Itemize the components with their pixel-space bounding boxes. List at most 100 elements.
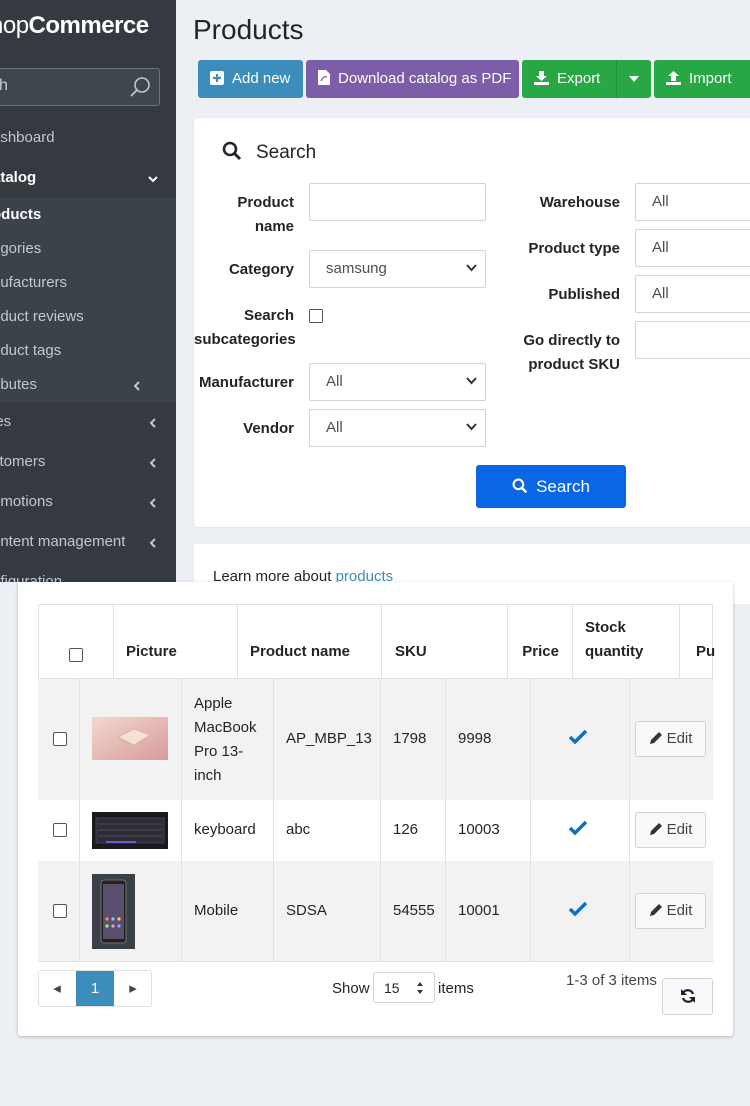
sidebar-item-sales[interactable]: les [0, 402, 176, 442]
brand-suffix: Commerce [28, 12, 150, 39]
column-picture[interactable]: Picture [114, 605, 238, 678]
refresh-button[interactable] [662, 978, 713, 1015]
published-label: Published [548, 286, 620, 303]
edit-button[interactable]: Edit [635, 893, 706, 929]
search-panel-header[interactable]: Search [222, 141, 316, 164]
row-price-cell: 54555 [381, 861, 446, 961]
sidebar-item-content-management[interactable]: ontent management [0, 522, 176, 562]
product-stock: 10001 [458, 902, 500, 919]
search-subcategories-checkbox[interactable] [309, 309, 323, 323]
product-name: Mobile [194, 902, 239, 919]
product-thumbnail-macbook [92, 717, 168, 760]
vendor-value: All [326, 419, 343, 436]
product-sku: AP_MBP_13 [286, 730, 372, 747]
product-stock: 10003 [458, 821, 500, 838]
catalog-submenu: oducts egories nufacturers oduct reviews… [0, 198, 176, 402]
search-icon[interactable] [129, 75, 153, 99]
next-page-button[interactable]: ▸ [115, 971, 151, 1006]
go-to-sku-input[interactable] [635, 321, 750, 359]
download-pdf-button[interactable]: Download catalog as PDF [306, 60, 519, 98]
category-label: Category [228, 261, 294, 278]
sidebar-item-manufacturers[interactable]: nufacturers [0, 266, 176, 300]
select-all-checkbox[interactable] [69, 648, 83, 662]
search-icon [512, 478, 528, 494]
sidebar-item-configuration[interactable]: nfiguration [0, 562, 176, 582]
vendor-select[interactable]: All [309, 409, 486, 447]
items-label: items [438, 980, 474, 997]
pagination: ◂ 1 ▸ [38, 970, 152, 1007]
row-stock-cell: 9998 [446, 679, 531, 800]
product-name-input[interactable] [309, 183, 486, 221]
row-select-cell [38, 679, 80, 800]
add-new-button[interactable]: Add new [198, 60, 303, 98]
column-price[interactable]: Price [508, 605, 573, 678]
pencil-icon [649, 731, 662, 744]
column-stock-quantity[interactable]: Stock quantity [573, 605, 680, 678]
product-type-select[interactable]: All [635, 229, 750, 267]
go-to-sku-label: Go directly to product SKU [523, 332, 620, 373]
row-published-cell [531, 861, 630, 961]
sidebar-item-categories[interactable]: egories [0, 232, 176, 266]
row-picture-cell [80, 800, 182, 861]
product-name-label: Product name [237, 194, 294, 235]
chevron-down-icon [466, 377, 477, 385]
table-header: Picture Product name SKU Price Stock quan… [38, 604, 715, 679]
sidebar-item-customers[interactable]: stomers [0, 442, 176, 482]
row-edit-cell: Edit [630, 679, 713, 800]
search-button[interactable]: Search [476, 465, 626, 508]
manufacturer-label: Manufacturer [198, 374, 294, 391]
column-published[interactable]: Pu [680, 605, 715, 678]
table-row: Mobile SDSA 54555 10001 Edit [38, 861, 713, 962]
row-select-cell [38, 800, 80, 861]
search-subcategories-label: Search subcategories [194, 307, 296, 348]
page-size-select[interactable]: 15 [373, 972, 435, 1003]
plus-square-icon [210, 70, 224, 85]
sidebar-item-dashboard[interactable]: ashboard [0, 118, 176, 158]
sidebar-item-promotions[interactable]: omotions [0, 482, 176, 522]
import-button[interactable]: Import [654, 60, 750, 98]
check-icon [568, 820, 588, 836]
warehouse-select[interactable]: All [635, 183, 750, 221]
sidebar-item-catalog[interactable]: atalog [0, 158, 176, 198]
published-select[interactable]: All [635, 275, 750, 313]
products-grid-panel: Picture Product name SKU Price Stock quan… [18, 582, 733, 1036]
sidebar: nopCommerce h ashboard atalog oducts ego… [0, 0, 176, 582]
published-value: All [652, 285, 669, 302]
prev-page-button[interactable]: ◂ [39, 971, 75, 1006]
row-picture-cell [80, 861, 182, 961]
check-icon [568, 901, 588, 917]
chevron-left-icon [148, 482, 158, 522]
edit-button[interactable]: Edit [635, 721, 706, 757]
edit-button[interactable]: Edit [635, 812, 706, 848]
export-label: Export [557, 70, 601, 87]
sidebar-item-product-tags[interactable]: oduct tags [0, 334, 176, 368]
sidebar-search-text: h [0, 77, 8, 94]
chevron-left-icon [148, 402, 158, 442]
sidebar-item-product-reviews[interactable]: oduct reviews [0, 300, 176, 334]
page-1-button[interactable]: 1 [76, 971, 114, 1006]
brand-logo[interactable]: nopCommerce [0, 0, 176, 54]
row-name-cell: Mobile [182, 861, 274, 961]
chevron-down-icon [148, 158, 158, 198]
row-checkbox[interactable] [53, 732, 67, 746]
column-sku[interactable]: SKU [382, 605, 508, 678]
product-sku: abc [286, 821, 311, 838]
category-select[interactable]: samsung [309, 250, 486, 288]
export-dropdown-toggle[interactable] [616, 60, 651, 98]
manufacturer-select[interactable]: All [309, 363, 486, 401]
sidebar-search-input[interactable]: h [0, 68, 160, 106]
column-product-name[interactable]: Product name [238, 605, 382, 678]
product-stock: 9998 [458, 730, 492, 747]
sidebar-item-attributes[interactable]: ributes [0, 368, 176, 402]
export-button[interactable]: Export [522, 60, 651, 98]
sidebar-item-products[interactable]: oducts [0, 198, 176, 232]
chevron-left-icon [132, 368, 142, 402]
vendor-label: Vendor [243, 420, 294, 437]
show-label: Show [332, 980, 370, 997]
row-name-cell: Apple MacBook Pro 13- inch [182, 679, 274, 800]
page-title: Products [193, 14, 304, 45]
row-checkbox[interactable] [53, 904, 67, 918]
row-checkbox[interactable] [53, 823, 67, 837]
product-price: 1798 [393, 730, 427, 747]
items-count: 1-3 of 3 items [566, 972, 657, 989]
